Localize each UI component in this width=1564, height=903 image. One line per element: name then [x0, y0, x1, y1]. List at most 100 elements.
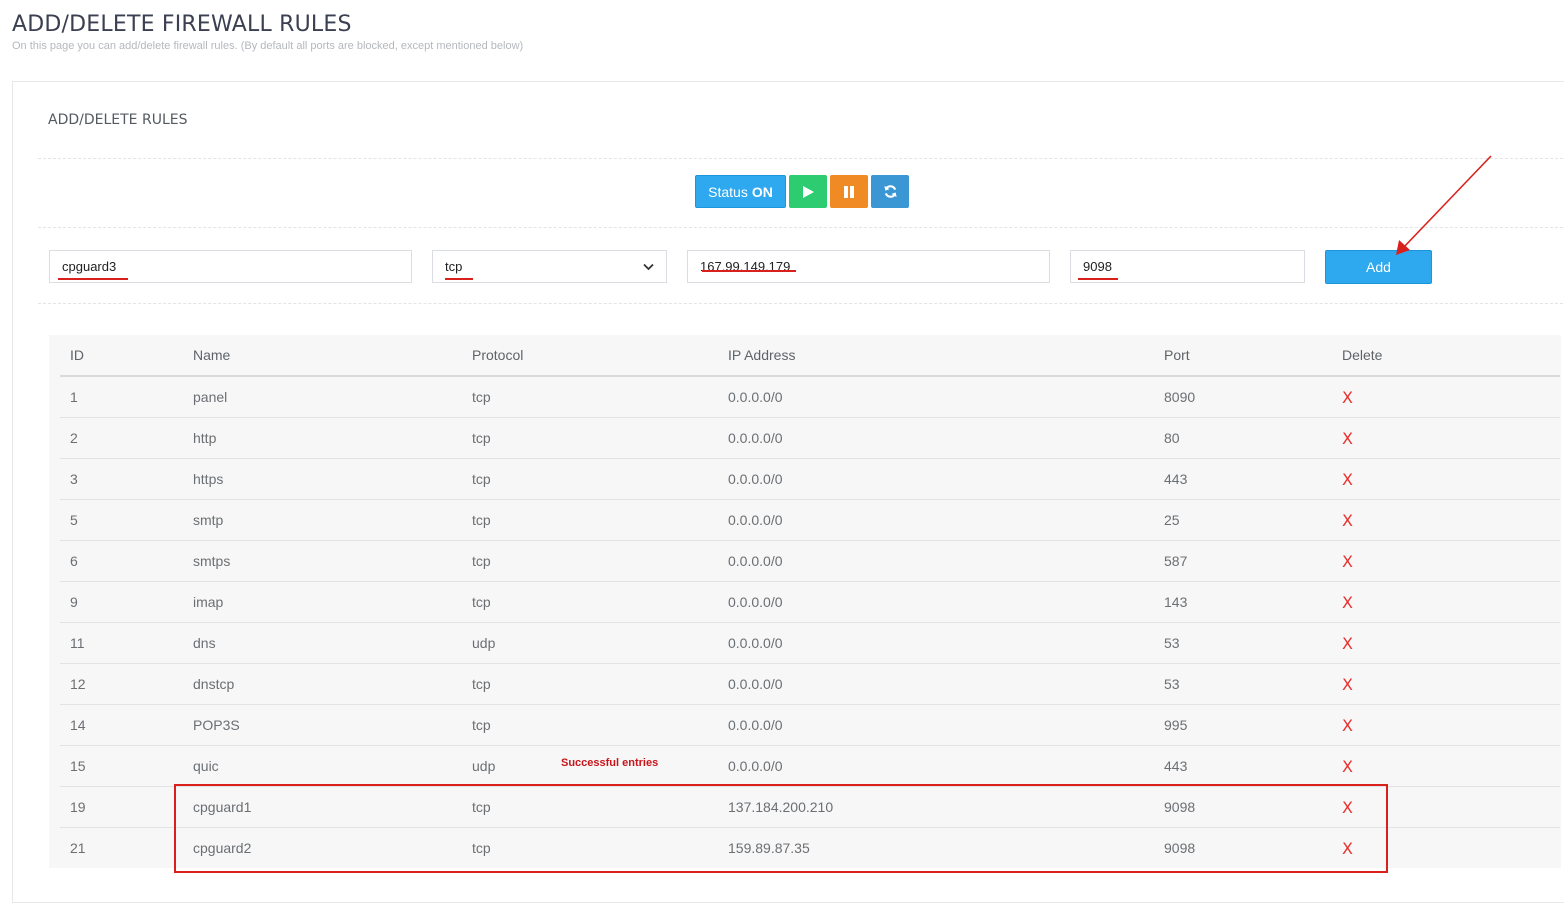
cell-id: 9 — [60, 581, 183, 623]
divider — [38, 158, 1564, 159]
col-header-name: Name — [183, 335, 462, 377]
rule-name-value: cpguard3 — [62, 259, 117, 274]
delete-icon[interactable]: X — [1342, 388, 1353, 407]
cell-port: 443 — [1154, 458, 1332, 500]
delete-icon[interactable]: X — [1342, 634, 1353, 653]
table-row: 2 http tcp 0.0.0.0/0 80 X — [60, 417, 1560, 459]
delete-icon[interactable]: X — [1342, 675, 1353, 694]
cell-port: 587 — [1154, 540, 1332, 582]
cell-delete: X — [1332, 458, 1560, 500]
cell-ip: 0.0.0.0/0 — [718, 581, 1154, 623]
col-header-ip: IP Address — [718, 335, 1154, 377]
status-button[interactable]: Status ON — [695, 175, 786, 208]
start-button[interactable] — [789, 175, 827, 208]
cell-ip: 0.0.0.0/0 — [718, 417, 1154, 459]
col-header-id: ID — [60, 335, 183, 377]
table-row: 5 smtp tcp 0.0.0.0/0 25 X — [60, 499, 1560, 541]
annotation-box — [174, 784, 1388, 873]
annotation-underline — [58, 278, 128, 280]
cell-delete: X — [1332, 499, 1560, 541]
delete-icon[interactable]: X — [1342, 470, 1353, 489]
cell-delete: X — [1332, 417, 1560, 459]
annotation-underline — [1078, 278, 1118, 280]
annotation-label: Successful entries — [561, 757, 659, 769]
cell-ip: 0.0.0.0/0 — [718, 704, 1154, 746]
col-header-protocol: Protocol — [462, 335, 718, 377]
cell-name: dnstcp — [183, 663, 462, 705]
rules-panel: ADD/DELETE RULES Status ON cpguard3 tcp … — [12, 81, 1564, 903]
table-row: 3 https tcp 0.0.0.0/0 443 X — [60, 458, 1560, 500]
cell-delete: X — [1332, 663, 1560, 705]
table-header-row: ID Name Protocol IP Address Port Delete — [60, 335, 1560, 377]
pause-icon — [844, 185, 854, 198]
cell-name: imap — [183, 581, 462, 623]
cell-ip: 0.0.0.0/0 — [718, 499, 1154, 541]
cell-port: 53 — [1154, 622, 1332, 664]
page-title: ADD/DELETE FIREWALL RULES — [12, 12, 352, 37]
cell-id: 6 — [60, 540, 183, 582]
cell-id: 21 — [70, 840, 86, 856]
cell-ip: 0.0.0.0/0 — [718, 663, 1154, 705]
cell-ip: 0.0.0.0/0 — [718, 540, 1154, 582]
cell-id: 14 — [60, 704, 183, 746]
cell-protocol: tcp — [462, 704, 718, 746]
delete-icon[interactable]: X — [1342, 429, 1353, 448]
delete-icon[interactable]: X — [1342, 716, 1353, 735]
cell-delete: X — [1332, 540, 1560, 582]
table-row: 14 POP3S tcp 0.0.0.0/0 995 X — [60, 704, 1560, 746]
cell-protocol: tcp — [462, 581, 718, 623]
chevron-down-icon — [643, 263, 654, 270]
cell-ip: 0.0.0.0/0 — [718, 376, 1154, 418]
cell-delete: X — [1332, 581, 1560, 623]
table-row: 12 dnstcp tcp 0.0.0.0/0 53 X — [60, 663, 1560, 705]
col-header-delete: Delete — [1332, 335, 1560, 377]
cell-delete: X — [1332, 704, 1560, 746]
delete-icon[interactable]: X — [1342, 757, 1353, 776]
delete-icon[interactable]: X — [1342, 552, 1353, 571]
play-icon — [803, 185, 814, 198]
add-button[interactable]: Add — [1325, 250, 1432, 284]
ip-address-input[interactable]: 167.99.149.179 — [687, 250, 1050, 283]
cell-delete: X — [1332, 745, 1560, 787]
cell-port: 143 — [1154, 581, 1332, 623]
pause-button[interactable] — [830, 175, 868, 208]
delete-icon[interactable]: X — [1342, 511, 1353, 530]
table-row: 1 panel tcp 0.0.0.0/0 8090 X — [60, 376, 1560, 418]
cell-port: 995 — [1154, 704, 1332, 746]
table-row: 15 quic udp 0.0.0.0/0 443 X — [60, 745, 1560, 787]
cell-ip: 0.0.0.0/0 — [718, 622, 1154, 664]
cell-name: http — [183, 417, 462, 459]
refresh-button[interactable] — [871, 175, 909, 208]
cell-id: 3 — [60, 458, 183, 500]
table-row: 11 dns udp 0.0.0.0/0 53 X — [60, 622, 1560, 664]
col-header-port: Port — [1154, 335, 1332, 377]
cell-protocol: tcp — [462, 540, 718, 582]
cell-id: 19 — [60, 786, 183, 828]
cell-port: 25 — [1154, 499, 1332, 541]
cell-name: quic — [183, 745, 462, 787]
annotation-underline — [445, 278, 473, 280]
cell-name: smtps — [183, 540, 462, 582]
cell-name: POP3S — [183, 704, 462, 746]
page-subtitle: On this page you can add/delete firewall… — [12, 40, 524, 52]
cell-delete: X — [1332, 376, 1560, 418]
divider — [38, 227, 1564, 228]
table-row: 9 imap tcp 0.0.0.0/0 143 X — [60, 581, 1560, 623]
table-row: 6 smtps tcp 0.0.0.0/0 587 X — [60, 540, 1560, 582]
cell-protocol: udp — [462, 622, 718, 664]
cell-ip: 0.0.0.0/0 — [718, 745, 1154, 787]
cell-protocol: tcp — [462, 417, 718, 459]
cell-id: 1 — [60, 376, 183, 418]
delete-icon[interactable]: X — [1342, 593, 1353, 612]
divider — [38, 303, 1564, 304]
status-label: Status — [708, 183, 748, 200]
cell-protocol: tcp — [462, 458, 718, 500]
annotation-underline — [702, 270, 796, 272]
cell-name: dns — [183, 622, 462, 664]
cell-protocol: tcp — [462, 663, 718, 705]
refresh-icon — [883, 185, 897, 198]
cell-ip: 0.0.0.0/0 — [718, 458, 1154, 500]
status-value: ON — [751, 183, 773, 200]
protocol-value: tcp — [445, 259, 463, 274]
cell-id: 15 — [60, 745, 183, 787]
